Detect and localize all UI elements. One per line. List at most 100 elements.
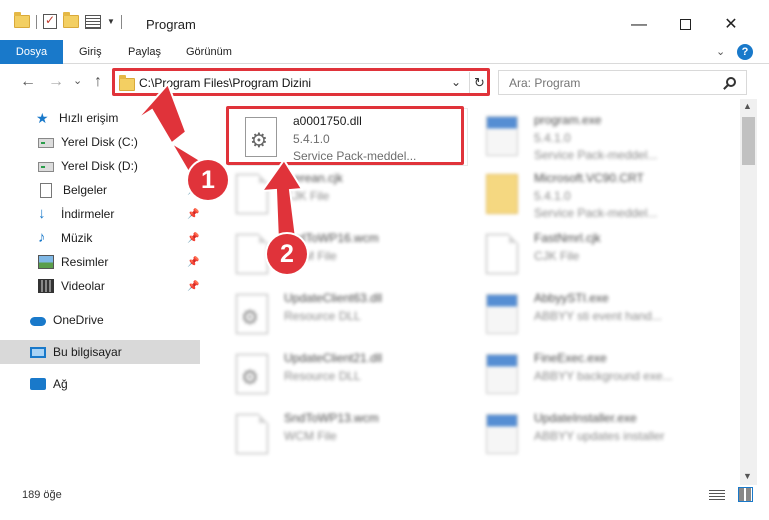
maximize-button[interactable]: [662, 10, 708, 40]
file-item[interactable]: SndToWP16.wcm WCM File: [220, 226, 460, 284]
cloud-icon: [30, 317, 46, 326]
file-description: Service Pack-meddel...: [534, 148, 658, 162]
exe-icon: [486, 294, 518, 334]
computer-icon: [30, 346, 46, 358]
forward-button[interactable]: →: [48, 73, 64, 91]
search-box[interactable]: [498, 70, 747, 95]
file-name: FineExec.exe: [534, 351, 607, 365]
file-name: SndToWP13.wcm: [284, 411, 379, 425]
title-bar: ▼ Program — ✕: [0, 0, 769, 40]
file-item[interactable]: Microsoft.VC90.CRT 5.4.1.0 Service Pack-…: [470, 166, 710, 224]
file-item[interactable]: FineExec.exe ABBYY background exe...: [470, 346, 710, 404]
sidebar-item-documents[interactable]: Belgeler 📌: [0, 178, 200, 202]
network-icon: [30, 378, 46, 390]
file-name: FastNmrl.cjk: [534, 231, 601, 245]
folder-icon: [486, 174, 518, 214]
recent-locations-button[interactable]: ⌄: [73, 74, 82, 87]
sidebar-item-label: Resimler: [61, 255, 109, 269]
file-name: ...erean.cjk: [284, 171, 343, 185]
back-button[interactable]: ←: [20, 73, 36, 91]
file-item[interactable]: UpdateClient63.dll Resource DLL: [220, 286, 460, 344]
pin-icon[interactable]: 📌: [187, 281, 199, 292]
expand-ribbon-chevron-icon[interactable]: ⌄: [716, 45, 725, 58]
file-icon: [486, 234, 518, 274]
scrollbar-thumb[interactable]: [742, 117, 755, 165]
status-bar: 189 öğe: [0, 484, 769, 506]
view-options-icon[interactable]: [85, 14, 101, 29]
step-1-badge: 1: [188, 160, 228, 200]
sidebar-item-label: Bu bilgisayar: [53, 345, 122, 359]
sidebar-item-label: Yerel Disk (C:): [61, 135, 138, 149]
chevron-down-icon[interactable]: ▼: [107, 17, 115, 26]
videos-icon: [38, 279, 54, 293]
drive-icon: [38, 162, 54, 172]
sidebar-item-quick-access[interactable]: ★ Hızlı erişim: [0, 106, 200, 130]
pin-icon[interactable]: 📌: [187, 257, 199, 268]
divider: [36, 14, 37, 29]
pin-icon[interactable]: 📌: [187, 209, 199, 220]
dll-gear-icon: [236, 294, 268, 334]
sidebar-item-disk-d[interactable]: Yerel Disk (D:): [0, 154, 200, 178]
help-icon[interactable]: ?: [737, 44, 753, 60]
up-button[interactable]: ↑: [94, 73, 102, 91]
file-highlight-box: [226, 106, 464, 165]
sidebar-item-label: İndirmeler: [61, 207, 115, 221]
details-view-icon[interactable]: [709, 490, 725, 501]
file-type: Resource DLL: [284, 369, 361, 383]
sidebar-item-downloads[interactable]: ↓ İndirmeler 📌: [0, 202, 200, 226]
sidebar-item-onedrive[interactable]: OneDrive: [0, 308, 200, 332]
sidebar-item-label: Ağ: [53, 377, 68, 391]
maximize-icon: [679, 19, 691, 31]
sidebar-item-pictures[interactable]: Resimler 📌: [0, 250, 200, 274]
sidebar-item-label: Müzik: [61, 231, 93, 245]
file-item[interactable]: UpdateInstaller.exe ABBYY updates instal…: [470, 406, 710, 464]
file-item[interactable]: program.exe 5.4.1.0 Service Pack-meddel.…: [470, 108, 710, 166]
window-title: Program: [146, 17, 196, 32]
minimize-button[interactable]: —: [616, 10, 662, 40]
vertical-scrollbar[interactable]: ▲ ▼: [740, 99, 757, 485]
sidebar-item-label: Hızlı erişim: [59, 111, 119, 125]
sidebar-item-disk-c[interactable]: Yerel Disk (C:): [0, 130, 200, 154]
file-icon: [236, 234, 268, 274]
tab-view[interactable]: Görünüm: [186, 40, 232, 64]
large-icons-view-icon[interactable]: [738, 487, 753, 502]
file-version: 5.4.1.0: [534, 131, 571, 145]
scroll-down-icon[interactable]: ▼: [743, 471, 752, 481]
file-type: CJK File: [284, 189, 330, 203]
tab-share[interactable]: Paylaş: [128, 40, 161, 64]
sidebar-item-music[interactable]: ♪ Müzik 📌: [0, 226, 200, 250]
file-item[interactable]: SndToWP13.wcm WCM File: [220, 406, 460, 464]
downloads-icon: ↓: [38, 205, 46, 222]
tab-file[interactable]: Dosya: [0, 40, 63, 64]
file-item[interactable]: UpdateClient21.dll Resource DLL: [220, 346, 460, 404]
file-item[interactable]: ...erean.cjk CJK File: [220, 166, 460, 224]
exe-icon: [486, 116, 518, 156]
file-item[interactable]: AbbyySTI.exe ABBYY sti event hand...: [470, 286, 710, 344]
pictures-icon: [38, 255, 54, 269]
properties-check-icon[interactable]: [43, 13, 57, 29]
tab-home[interactable]: Giriş: [79, 40, 102, 64]
file-name: AbbyySTI.exe: [534, 291, 609, 305]
sidebar-item-network[interactable]: Ağ: [0, 372, 200, 396]
navigation-pane: ★ Hızlı erişim Yerel Disk (C:) Yerel Dis…: [0, 104, 203, 484]
file-name: UpdateClient63.dll: [284, 291, 383, 305]
sidebar-item-label: Videolar: [61, 279, 105, 293]
sidebar-item-label: Yerel Disk (D:): [61, 159, 138, 173]
scroll-up-icon[interactable]: ▲: [743, 101, 752, 111]
sidebar-item-this-pc[interactable]: Bu bilgisayar: [0, 340, 200, 364]
sidebar-item-videos[interactable]: Videolar 📌: [0, 274, 200, 298]
ribbon-tabs: Dosya Giriş Paylaş Görünüm ⌄ ?: [0, 40, 769, 64]
file-name: program.exe: [534, 113, 602, 127]
search-input[interactable]: [509, 76, 709, 90]
search-icon[interactable]: [726, 77, 736, 87]
close-button[interactable]: ✕: [708, 10, 754, 40]
file-type: ABBYY sti event hand...: [534, 309, 662, 323]
file-type: CJK File: [534, 249, 580, 263]
pin-icon[interactable]: 📌: [187, 233, 199, 244]
file-item[interactable]: FastNmrl.cjk CJK File: [470, 226, 710, 284]
file-description: Service Pack-meddel...: [534, 206, 658, 220]
file-name: Microsoft.VC90.CRT: [534, 171, 644, 185]
star-icon: ★: [36, 110, 49, 126]
new-folder-icon[interactable]: [63, 12, 79, 28]
file-type: ABBYY updates installer: [534, 429, 665, 443]
